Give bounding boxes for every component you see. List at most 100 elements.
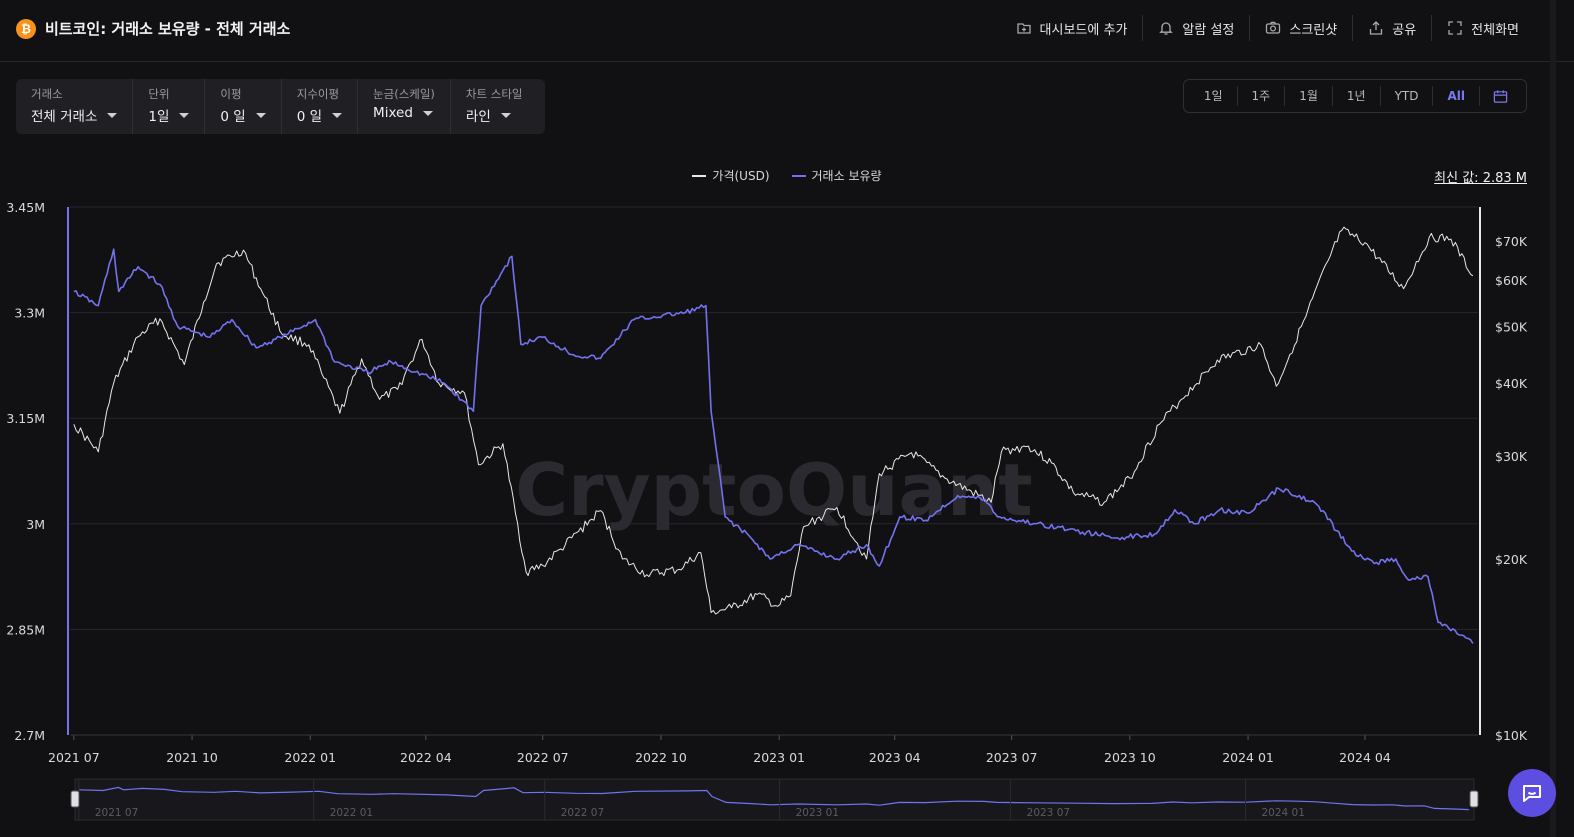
x-tick-label: 2021 10: [166, 750, 218, 765]
x-tick-label: 2022 01: [284, 750, 336, 765]
add-to-dashboard-button[interactable]: 대시보드에 추가: [1001, 14, 1143, 42]
legend-swatch: [791, 174, 806, 177]
range-1w-button[interactable]: 1주: [1238, 86, 1286, 106]
x-tick-label: 2022 07: [517, 750, 569, 765]
page-scrollbar[interactable]: [1550, 0, 1556, 837]
x-tick-label: 2023 10: [1104, 750, 1156, 765]
chart-style-filter[interactable]: 차트 스타일 라인: [451, 79, 538, 134]
filter-label: 차트 스타일: [465, 87, 523, 101]
y-left-tick-label: 2.7M: [14, 728, 45, 743]
chat-icon: [1523, 785, 1541, 802]
screenshot-label: 스크린샷: [1289, 22, 1338, 38]
filter-value: 전체 거래소: [31, 109, 98, 125]
fullscreen-button[interactable]: 전체화면: [1432, 14, 1534, 42]
legend-swatch: [692, 174, 707, 177]
caret-down-icon: [107, 112, 118, 118]
x-tick-label: 2022 04: [400, 750, 452, 765]
bell-icon: [1158, 20, 1174, 36]
y-right-tick-label: $20K: [1495, 552, 1528, 567]
range-ytd-button[interactable]: YTD: [1381, 86, 1434, 106]
calendar-icon[interactable]: [1480, 86, 1520, 106]
share-label: 공유: [1392, 22, 1417, 38]
x-tick-label: 2023 04: [869, 750, 921, 765]
range-all-button[interactable]: All: [1433, 86, 1480, 106]
navigator-handle-right[interactable]: [1469, 790, 1479, 808]
filter-label: 이평: [220, 87, 242, 101]
navigator-tick-label: 2021 07: [95, 807, 138, 819]
range-1d-button[interactable]: 1일: [1190, 86, 1238, 106]
filter-label: 거래소: [31, 87, 63, 101]
x-tick-label: 2021 07: [48, 750, 100, 765]
filter-label: 단위: [148, 87, 170, 101]
title-area: ₿ 비트코인: 거래소 보유량 - 전체 거래소: [16, 18, 290, 39]
navigator-tick-label: 2022 07: [561, 807, 604, 819]
y-left-tick-label: 2.85M: [6, 622, 45, 637]
alert-settings-label: 알람 설정: [1182, 22, 1235, 38]
navigator-handle-left[interactable]: [70, 790, 80, 808]
chart-svg[interactable]: 3.45M 3.3M 3.15M 3M 2.85M 2.7M $70K $60K $50K $40…: [0, 190, 1530, 837]
filter-label: 눈금(스케일): [373, 87, 435, 101]
navigator-tick-label: 2022 01: [330, 807, 373, 819]
interval-filter[interactable]: 단위 1일: [133, 79, 206, 134]
filter-value: 0 일: [220, 109, 246, 125]
legend-label: 거래소 보유량: [811, 169, 882, 183]
caret-down-icon: [500, 112, 511, 118]
range-1y-button[interactable]: 1년: [1333, 86, 1381, 106]
help-chat-button[interactable]: [1508, 769, 1556, 817]
chart-legend: 가격(USD) 거래소 보유량: [0, 167, 1574, 184]
camera-icon: [1265, 20, 1281, 36]
x-tick-label: 2023 01: [753, 750, 805, 765]
add-to-dashboard-label: 대시보드에 추가: [1039, 22, 1128, 38]
legend-item-reserve[interactable]: 거래소 보유량: [791, 167, 882, 184]
y-left-tick-label: 3.15M: [6, 411, 45, 426]
y-right-tick-label: $10K: [1495, 728, 1528, 743]
filter-value: 1일: [148, 109, 170, 125]
legend-label: 가격(USD): [712, 169, 770, 183]
filter-value: 라인: [465, 109, 491, 125]
ema-filter[interactable]: 지수이평 0 일: [282, 79, 359, 134]
latest-value[interactable]: 최신 값: 2.83 M: [1434, 167, 1527, 186]
fullscreen-icon: [1447, 20, 1463, 36]
navigator-tick-label: 2024 01: [1262, 807, 1305, 819]
reserve-series-line[interactable]: [73, 248, 1474, 644]
exchange-filter[interactable]: 거래소 전체 거래소: [16, 79, 134, 134]
y-left-tick-label: 3.45M: [6, 200, 45, 215]
navigator-tick-label: 2023 07: [1027, 807, 1070, 819]
page-title: 비트코인: 거래소 보유량 - 전체 거래소: [45, 20, 291, 38]
x-tick-label: 2023 07: [986, 750, 1038, 765]
y-right-tick-label: $50K: [1495, 319, 1528, 334]
caret-down-icon: [255, 112, 266, 118]
navigator-tick-label: 2023 01: [796, 807, 839, 819]
filter-label: 지수이평: [296, 87, 340, 101]
action-bar: 대시보드에 추가 알람 설정 스크린샷 공유 전체화면: [1001, 14, 1534, 42]
sma-filter[interactable]: 이평 0 일: [205, 79, 282, 134]
y-right-tick-label: $70K: [1495, 234, 1528, 249]
bitcoin-icon: ₿: [16, 18, 36, 39]
price-series-line[interactable]: [73, 226, 1474, 615]
caret-down-icon: [332, 112, 343, 118]
screenshot-button[interactable]: 스크린샷: [1250, 14, 1352, 42]
scale-filter[interactable]: 눈금(스케일) Mixed: [358, 79, 451, 134]
alert-settings-button[interactable]: 알람 설정: [1143, 14, 1249, 42]
x-tick-label: 2022 10: [635, 750, 687, 765]
share-icon: [1368, 20, 1384, 36]
time-range-selector: 1일 1주 1월 1년 YTD All: [1182, 79, 1527, 113]
top-bar: ₿ 비트코인: 거래소 보유량 - 전체 거래소 대시보드에 추가 알람 설정 …: [0, 0, 1574, 62]
y-right-tick-label: $40K: [1495, 376, 1528, 391]
y-right-tick-label: $60K: [1495, 273, 1528, 288]
y-left-tick-label: 3M: [26, 517, 45, 532]
caret-down-icon: [179, 112, 190, 118]
x-tick-label: 2024 04: [1339, 750, 1391, 765]
filter-value: Mixed: [373, 105, 413, 121]
filter-value: 0 일: [296, 109, 323, 125]
fullscreen-label: 전체화면: [1471, 22, 1519, 38]
y-right-tick-label: $30K: [1495, 449, 1528, 464]
x-tick-label: 2024 01: [1222, 750, 1274, 765]
filter-panel: 거래소 전체 거래소 단위 1일 이평 0 일 지수이평 0 일 눈금(스케일)…: [16, 79, 545, 134]
range-1m-button[interactable]: 1월: [1285, 86, 1333, 106]
share-button[interactable]: 공유: [1353, 14, 1431, 42]
caret-down-icon: [422, 110, 433, 116]
dashboard-add-icon: [1016, 20, 1032, 36]
y-left-tick-label: 3.3M: [14, 306, 45, 321]
legend-item-price[interactable]: 가격(USD): [692, 167, 770, 184]
